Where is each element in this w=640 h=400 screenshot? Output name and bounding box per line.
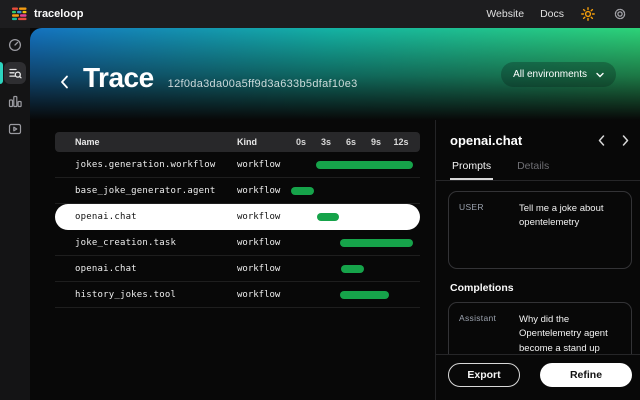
- completion-paragraph: Why did the Opentelemetry agent become a…: [519, 313, 621, 354]
- span-name: history_jokes.tool: [55, 290, 237, 300]
- export-button[interactable]: Export: [448, 363, 520, 387]
- span-kind: workflow: [237, 186, 291, 196]
- traceloop-logo-icon: [12, 7, 27, 21]
- panel-footer: Export Refine: [436, 354, 640, 400]
- top-bar: traceloop Website Docs: [0, 0, 640, 28]
- trace-id: 12f0da3da00a5ff9d3a633b5dfaf10e3: [168, 78, 358, 90]
- prompt-role-label: USER: [459, 202, 511, 258]
- span-title: openai.chat: [450, 133, 522, 148]
- environments-dropdown[interactable]: All environments: [501, 62, 616, 87]
- span-timeline-lane: [291, 256, 420, 281]
- table-row[interactable]: joke_creation.task workflow: [55, 230, 420, 256]
- axis-tick-label: 6s: [341, 137, 361, 147]
- prompt-text: Tell me a joke about opentelemetry: [519, 202, 621, 258]
- sidebar-item-traces[interactable]: [4, 62, 26, 84]
- axis-tick-label: 12s: [391, 137, 411, 147]
- span-timeline-lane: [291, 282, 420, 307]
- table-header-row: Name Kind 0s 3s 6s 9s 12s: [55, 132, 420, 152]
- column-header-kind: Kind: [237, 137, 291, 147]
- next-span-chevron-icon[interactable]: [620, 132, 630, 148]
- panel-tabs: Prompts Details: [436, 156, 640, 181]
- span-timeline-lane: [291, 204, 420, 230]
- bar-chart-icon: [8, 94, 22, 108]
- span-timeline-lane: [291, 152, 420, 177]
- environments-dropdown-label: All environments: [513, 69, 587, 80]
- span-kind: workflow: [237, 212, 291, 222]
- page-title: Trace: [83, 62, 154, 94]
- trace-table-body: jokes.generation.workflow workflow base_…: [55, 152, 420, 308]
- sidebar-item-playground[interactable]: [4, 118, 26, 140]
- span-name: openai.chat: [55, 212, 237, 222]
- main-content: Trace 12f0da3da00a5ff9d3a633b5dfaf10e3 A…: [30, 28, 640, 400]
- span-kind: workflow: [237, 290, 291, 300]
- brand-name: traceloop: [34, 8, 84, 20]
- span-duration-bar: [291, 187, 314, 195]
- span-timeline-lane: [291, 230, 420, 255]
- span-kind: workflow: [237, 160, 291, 170]
- span-name: joke_creation.task: [55, 238, 237, 248]
- brand[interactable]: traceloop: [12, 7, 84, 21]
- span-kind: workflow: [237, 238, 291, 248]
- span-name: base_joke_generator.agent: [55, 186, 237, 196]
- prev-span-chevron-icon[interactable]: [596, 132, 606, 148]
- axis-tick-label: 3s: [316, 137, 336, 147]
- span-kind: workflow: [237, 264, 291, 274]
- left-sidebar: [0, 28, 30, 400]
- docs-link[interactable]: Docs: [540, 8, 564, 20]
- tab-prompts[interactable]: Prompts: [450, 156, 493, 180]
- gauge-icon: [8, 38, 22, 52]
- tab-details[interactable]: Details: [515, 156, 551, 180]
- trace-search-icon: [8, 66, 22, 80]
- span-duration-bar: [340, 239, 413, 247]
- span-duration-bar: [317, 213, 339, 221]
- table-row[interactable]: history_jokes.tool workflow: [55, 282, 420, 308]
- settings-gear-icon[interactable]: [612, 6, 628, 22]
- completion-role-label: Assistant: [459, 313, 511, 354]
- span-duration-bar: [341, 265, 364, 273]
- table-row[interactable]: base_joke_generator.agent workflow: [55, 178, 420, 204]
- span-name: openai.chat: [55, 264, 237, 274]
- chevron-down-icon: [596, 72, 604, 78]
- column-header-name: Name: [55, 137, 237, 147]
- completion-card: Assistant Why did the Opentelemetry agen…: [448, 302, 632, 354]
- completions-heading: Completions: [450, 282, 630, 294]
- sidebar-item-analytics[interactable]: [4, 90, 26, 112]
- table-row[interactable]: openai.chat workflow: [55, 204, 420, 230]
- theme-sun-icon[interactable]: [580, 6, 596, 22]
- timeline-axis-ticks: 0s 3s 6s 9s 12s: [291, 137, 411, 147]
- axis-tick-label: 0s: [291, 137, 311, 147]
- back-chevron-icon[interactable]: [60, 75, 69, 89]
- video-icon: [8, 122, 22, 136]
- table-row[interactable]: openai.chat workflow: [55, 256, 420, 282]
- spans-table: Name Kind 0s 3s 6s 9s 12s jokes.generation.w…: [55, 132, 420, 308]
- span-timeline-lane: [291, 178, 420, 203]
- span-duration-bar: [316, 161, 413, 169]
- active-item-indicator: [0, 62, 3, 84]
- sidebar-item-dashboard[interactable]: [4, 34, 26, 56]
- axis-tick-label: 9s: [366, 137, 386, 147]
- spans-table-area: Name Kind 0s 3s 6s 9s 12s jokes.generation.w…: [30, 120, 435, 400]
- span-name: jokes.generation.workflow: [55, 160, 237, 170]
- span-duration-bar: [340, 291, 389, 299]
- refine-button[interactable]: Refine: [540, 363, 632, 387]
- span-detail-panel: openai.chat Prompts Detai: [435, 120, 640, 400]
- completion-text: Why did the Opentelemetry agent become a…: [519, 313, 621, 354]
- trace-header: Trace 12f0da3da00a5ff9d3a633b5dfaf10e3 A…: [30, 28, 640, 120]
- table-row[interactable]: jokes.generation.workflow workflow: [55, 152, 420, 178]
- website-link[interactable]: Website: [486, 8, 524, 20]
- prompt-card: USER Tell me a joke about opentelemetry: [448, 191, 632, 269]
